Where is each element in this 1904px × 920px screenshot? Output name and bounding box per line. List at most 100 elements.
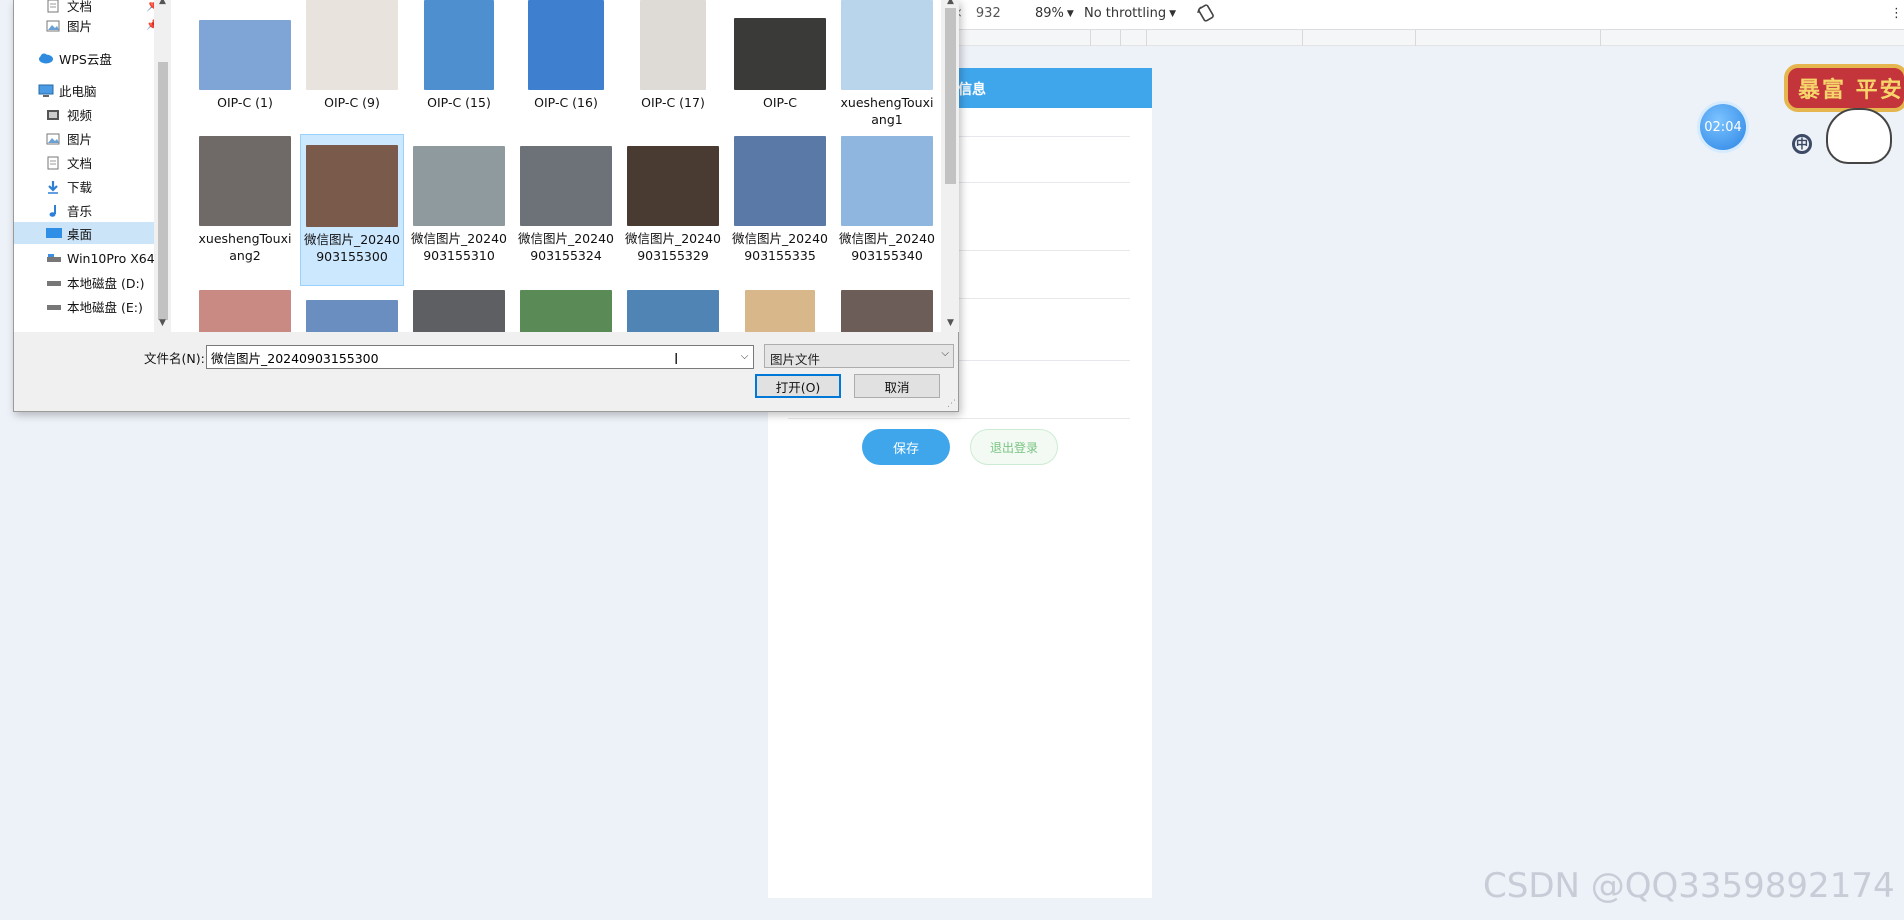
nav-item-pictures[interactable]: 图片	[46, 127, 92, 149]
file-item[interactable]: OIP-C (15)	[407, 0, 511, 111]
file-item[interactable]: OIP-C (17)	[621, 0, 725, 111]
logout-button[interactable]: 退出登录	[970, 429, 1058, 465]
scroll-up-icon[interactable]: ▲	[155, 0, 170, 6]
nav-item-videos[interactable]: 视频	[46, 103, 92, 125]
file-item[interactable]	[407, 288, 511, 332]
nav-item-documents[interactable]: 文档	[46, 151, 92, 173]
file-grid: OIP-C (1) OIP-C (9) OIP-C (15) OIP-C (16…	[171, 0, 941, 332]
file-thumbnail	[734, 18, 826, 90]
file-name: 微信图片_20240903155340	[838, 231, 935, 263]
content-scrollbar[interactable]: ▲ ▼	[942, 0, 959, 332]
nav-item-label: Win10Pro X64	[67, 250, 154, 266]
file-item[interactable]: 微信图片_20240903155329	[621, 134, 725, 264]
file-thumbnail	[745, 290, 815, 332]
nav-item-drive-c[interactable]: Win10Pro X64	[46, 247, 154, 269]
caret-down-icon: ▼	[1066, 8, 1074, 19]
cat-illustration	[1826, 108, 1892, 164]
picture-icon	[46, 132, 61, 145]
file-item[interactable]: 微信图片_20240903155340	[835, 134, 939, 264]
more-icon[interactable]: ⋮	[1890, 6, 1903, 21]
drive-icon	[46, 276, 61, 289]
nav-item-desktop[interactable]: 桌面	[14, 222, 154, 244]
timer-badge[interactable]: 02:04	[1700, 104, 1746, 150]
file-name: 微信图片_20240903155300	[303, 232, 400, 264]
file-thumbnail	[734, 136, 826, 226]
file-item[interactable]: 微信图片_20240903155324	[514, 134, 618, 264]
file-thumbnail	[413, 146, 505, 226]
nav-item-label: 图片	[67, 131, 93, 147]
file-thumbnail	[199, 290, 291, 332]
nav-item-pictures-pinned[interactable]: 图片 📌	[46, 14, 154, 36]
document-icon	[46, 0, 61, 12]
computer-icon	[38, 84, 54, 97]
file-item[interactable]: OIP-C (16)	[514, 0, 618, 111]
scroll-up-icon[interactable]: ▲	[942, 0, 959, 6]
nav-item-label: 文档	[67, 155, 93, 171]
pin-icon: 📌	[146, 19, 154, 31]
file-thumbnail	[199, 20, 291, 90]
file-item[interactable]: 微信图片_20240903155335	[728, 134, 832, 264]
throttling-select[interactable]: No throttling ▼	[1084, 6, 1176, 21]
file-item[interactable]	[193, 288, 297, 332]
nav-item-music[interactable]: 音乐	[46, 199, 92, 221]
filename-input[interactable]	[206, 345, 754, 369]
file-item[interactable]	[728, 288, 832, 332]
nav-item-label: 本地磁盘 (E:)	[67, 299, 143, 315]
drive-icon	[46, 300, 61, 313]
form-divider	[788, 418, 1130, 419]
scroll-down-icon[interactable]: ▼	[942, 318, 959, 328]
file-name: OIP-C (15)	[427, 95, 491, 110]
zoom-select[interactable]: 89% ▼	[1035, 6, 1074, 21]
text-cursor-icon: I	[674, 350, 679, 368]
file-name: xueshengTouxiang2	[198, 231, 292, 263]
file-item[interactable]: xueshengTouxiang2	[193, 134, 297, 264]
nav-item-downloads[interactable]: 下载	[46, 175, 92, 197]
file-item[interactable]	[514, 288, 618, 332]
nav-item-label: 文档	[67, 0, 93, 14]
file-item[interactable]: OIP-C (1)	[193, 0, 297, 111]
chevron-down-icon: ⌵	[941, 348, 949, 359]
width-value[interactable]: 932	[976, 6, 1001, 21]
nav-item-label: 此电脑	[59, 83, 97, 99]
scroll-thumb[interactable]	[945, 8, 956, 184]
file-item[interactable]	[835, 288, 939, 332]
nav-item-drive-d[interactable]: 本地磁盘 (D:)	[46, 271, 145, 293]
scroll-down-icon[interactable]: ▼	[155, 318, 170, 328]
file-thumbnail	[841, 136, 933, 226]
save-button[interactable]: 保存	[862, 429, 950, 465]
nav-scrollbar[interactable]: ▲ ▼	[155, 0, 170, 332]
file-thumbnail	[199, 136, 291, 226]
file-item-selected[interactable]: 微信图片_20240903155300	[300, 134, 404, 286]
zoom-value: 89%	[1035, 6, 1064, 21]
filetype-select[interactable]: 图片文件 ⌵	[764, 344, 954, 368]
file-name: 微信图片_20240903155329	[624, 231, 721, 263]
nav-item-label: 视频	[67, 107, 93, 123]
nav-item-label: 桌面	[67, 226, 93, 242]
file-item[interactable]: OIP-C (9)	[300, 0, 404, 111]
file-item[interactable]	[621, 288, 725, 332]
nav-item-drive-e[interactable]: 本地磁盘 (E:)	[46, 295, 143, 317]
file-thumbnail	[627, 146, 719, 226]
file-item[interactable]: xueshengTouxiang1	[835, 0, 939, 128]
resize-grip-icon[interactable]: ⋰	[947, 399, 956, 409]
picture-icon	[46, 19, 61, 32]
file-name: OIP-C (16)	[534, 95, 598, 110]
file-item[interactable]	[300, 298, 404, 332]
card-actions: 保存 退出登录	[862, 429, 1058, 465]
file-name: 微信图片_20240903155324	[517, 231, 614, 263]
document-icon	[46, 156, 61, 169]
sticker-decoration: 暴富 平安 中	[1784, 56, 1904, 166]
rotate-icon[interactable]	[1196, 3, 1216, 23]
nav-item-label: 图片	[67, 18, 93, 34]
nav-item-this-pc[interactable]: 此电脑	[38, 79, 97, 101]
file-thumbnail	[841, 290, 933, 332]
cancel-button[interactable]: 取消	[854, 374, 940, 398]
scroll-thumb[interactable]	[158, 62, 168, 320]
chevron-down-icon[interactable]: ⌵	[736, 346, 753, 368]
open-button[interactable]: 打开(O)	[755, 374, 841, 398]
file-item[interactable]: OIP-C	[728, 0, 832, 111]
nav-item-wps-cloud[interactable]: WPS云盘	[38, 47, 112, 69]
file-item[interactable]: 微信图片_20240903155310	[407, 134, 511, 264]
file-name: OIP-C	[762, 95, 798, 110]
file-name: xueshengTouxiang1	[840, 95, 934, 127]
